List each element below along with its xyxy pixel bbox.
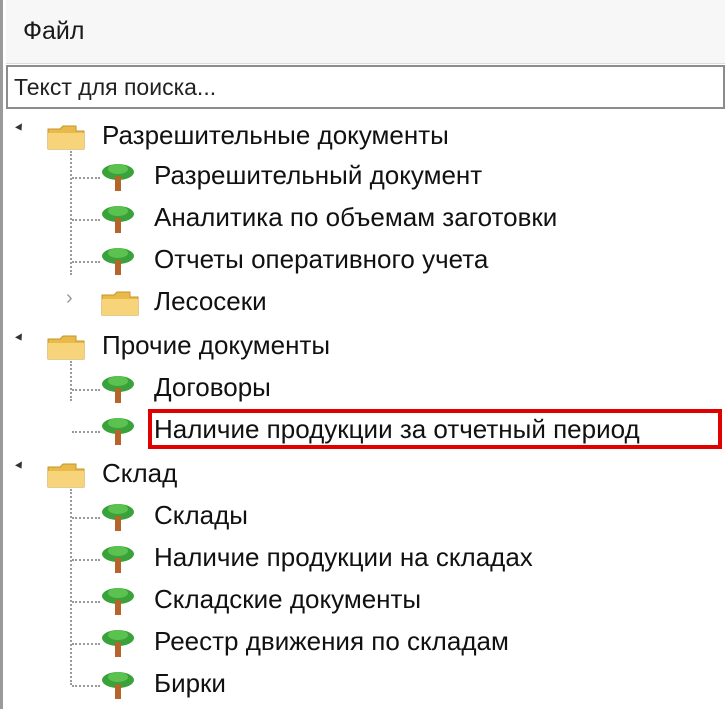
tree-item-label: Аналитика по объемам заготовки — [154, 202, 558, 232]
tree-connector — [72, 517, 100, 519]
tree-item-label: Складские документы — [154, 584, 422, 614]
tree-group-permits[interactable]: Разрешительные документы — [6, 115, 725, 155]
tree-icon — [102, 630, 134, 657]
tree-connector — [72, 219, 100, 221]
tree-item-harvest-analytics[interactable]: Аналитика по объемам заготовки — [6, 197, 725, 237]
tree-item-warehouses[interactable]: Склады — [6, 495, 725, 535]
tree-icon — [102, 672, 134, 699]
tree-connector — [72, 559, 100, 561]
tree-group-label: Прочие документы — [102, 330, 331, 360]
folder-icon — [47, 335, 85, 360]
tree-item-stock-availability[interactable]: Наличие продукции на складах — [6, 537, 725, 577]
tree-item-label: Бирки — [154, 668, 226, 698]
tree-item-warehouse-documents[interactable]: Складские документы — [6, 579, 725, 619]
menu-file[interactable]: Файл — [23, 16, 84, 46]
tree-item-tags[interactable]: Бирки — [6, 663, 725, 703]
tree-item-cutting-areas[interactable]: › Лесосеки — [6, 281, 725, 321]
menu-bar: Файл — [6, 0, 725, 64]
folder-icon — [47, 463, 85, 488]
tree-item-contracts[interactable]: Договоры — [6, 367, 725, 407]
tree-icon — [102, 418, 134, 445]
tree-connector — [72, 685, 100, 687]
tree-connector — [72, 261, 100, 263]
expand-caret-icon[interactable] — [15, 461, 25, 471]
navigation-tree: Разрешительные документы Разрешительный … — [6, 115, 725, 709]
tree-icon — [102, 546, 134, 573]
tree-item-label: Разрешительный документ — [154, 160, 483, 190]
tree-icon — [102, 164, 134, 191]
search-input[interactable] — [14, 71, 714, 103]
tree-connector — [72, 389, 100, 391]
navigator-panel: Файл Разрешительные документы Разрешител… — [0, 0, 725, 709]
tree-item-label: Наличие продукции за отчетный период — [154, 414, 640, 444]
tree-group-label: Склад — [102, 458, 178, 488]
tree-icon — [102, 504, 134, 531]
tree-connector — [72, 177, 100, 179]
tree-icon — [102, 206, 134, 233]
tree-icon — [102, 588, 134, 615]
expand-caret-icon[interactable] — [15, 333, 25, 343]
tree-item-movement-register[interactable]: Реестр движения по складам — [6, 621, 725, 661]
tree-icon — [102, 376, 134, 403]
tree-item-product-availability-period[interactable]: Наличие продукции за отчетный период — [6, 409, 725, 449]
tree-group-label: Разрешительные документы — [102, 120, 449, 150]
folder-icon — [101, 291, 139, 316]
tree-item-label: Договоры — [154, 372, 271, 402]
tree-group-warehouse[interactable]: Склад — [6, 453, 725, 493]
tree-connector — [72, 601, 100, 603]
tree-item-label: Отчеты оперативного учета — [154, 244, 489, 274]
tree-item-label: Склады — [154, 500, 248, 530]
tree-connector — [72, 643, 100, 645]
tree-item-label: Реестр движения по складам — [154, 626, 509, 656]
tree-group-other-documents[interactable]: Прочие документы — [6, 325, 725, 365]
tree-item-operational-reports[interactable]: Отчеты оперативного учета — [6, 239, 725, 279]
tree-item-label: Лесосеки — [154, 286, 267, 316]
search-box — [6, 65, 725, 109]
tree-item-label: Наличие продукции на складах — [154, 542, 533, 572]
tree-icon — [102, 248, 134, 275]
expand-caret-icon[interactable] — [15, 123, 25, 133]
chevron-right-icon[interactable]: › — [66, 288, 76, 308]
tree-item-permit-document[interactable]: Разрешительный документ — [6, 155, 725, 195]
folder-icon — [47, 125, 85, 150]
tree-connector — [72, 431, 100, 433]
